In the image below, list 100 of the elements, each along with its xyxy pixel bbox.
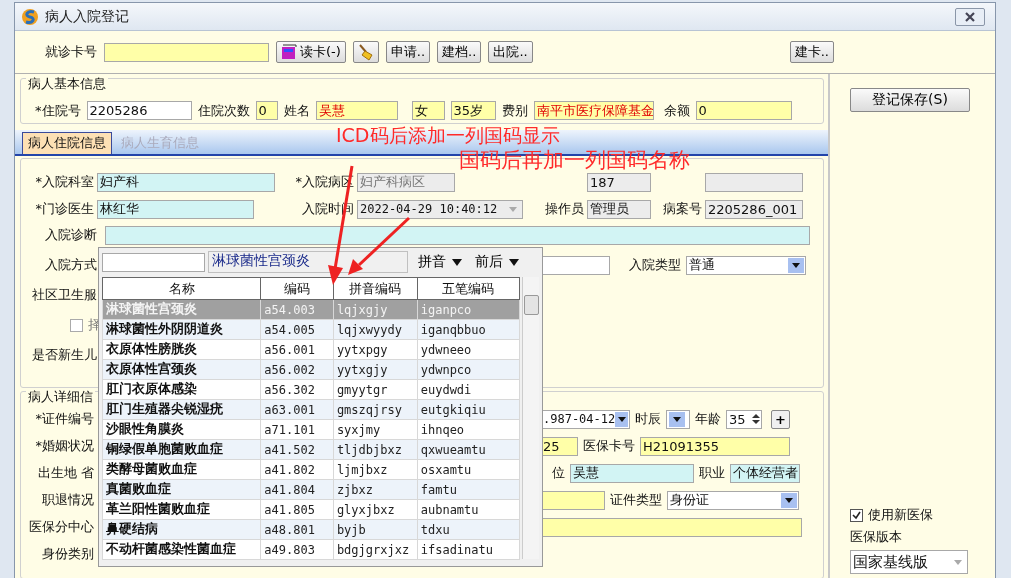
table-row[interactable]: 不动杆菌感染性菌血症 a49.803 bdgjgrxjxz ifsadinatu: [102, 539, 520, 560]
broom-button[interactable]: [352, 41, 379, 63]
toolbar-button[interactable]: 建档..: [437, 41, 482, 63]
fee-type-label: 费别: [501, 101, 528, 120]
inpatient-number-field[interactable]: 2205286: [86, 101, 192, 121]
plus-button[interactable]: +: [771, 409, 790, 429]
table-cell: 鼻硬结病: [102, 519, 261, 540]
toolbar-button[interactable]: 申请..: [385, 41, 431, 63]
age-label: 年龄: [695, 410, 721, 429]
balance-field[interactable]: 0: [695, 101, 792, 121]
case-number-label: 病案号: [662, 200, 703, 219]
read-card-button[interactable]: 读卡(-): [276, 41, 346, 63]
form-label: *婚姻状况: [34, 437, 95, 456]
diagnosis-field[interactable]: [105, 225, 810, 245]
birth-hour-label: 时辰: [635, 410, 661, 429]
admission-type-label: 入院类型: [629, 256, 681, 275]
insurance-version-dropdown[interactable]: 国家基线版: [850, 550, 968, 574]
table-cell: a41.805: [260, 499, 334, 520]
table-row[interactable]: 衣原体性膀胱炎 a56.001 yytxpgy ydwneeo: [102, 339, 520, 360]
table-row[interactable]: 衣原体性宫颈炎 a56.002 yytxgjy ydwnpco: [102, 359, 520, 380]
table-row[interactable]: 肛门衣原体感染 a56.302 gmyytgr euydwdi: [102, 379, 520, 400]
doctor-field[interactable]: 林红华: [97, 199, 254, 219]
fee-type-field[interactable]: 南平市医疗保障基金: [533, 101, 654, 121]
toolbar-button[interactable]: 建卡..: [789, 41, 834, 63]
occupation-field[interactable]: 个体经营者: [730, 463, 800, 483]
table-cell: ydwneeo: [417, 339, 520, 360]
table-cell: 不动杆菌感染性菌血症: [102, 539, 261, 560]
table-cell: 革兰阳性菌败血症: [102, 499, 261, 520]
form-label: 医保分中心: [28, 518, 95, 537]
employer-field[interactable]: 吴慧: [570, 463, 694, 483]
scrollbar[interactable]: [522, 277, 539, 559]
spinner-arrows-icon: [752, 413, 760, 426]
id-type-label: 证件类型: [610, 491, 662, 510]
newborn-label: 是否新生儿: [31, 346, 98, 365]
column-header[interactable]: 编码: [260, 277, 334, 300]
text-field[interactable]: [540, 517, 802, 537]
table-row[interactable]: 淋球菌性外阴阴道炎 a54.005 lqjxwyydy iganqbbuo: [102, 319, 520, 340]
admission-mode-label: 入院方式: [44, 256, 98, 275]
tab[interactable]: 病人住院信息: [22, 131, 112, 154]
sex-field[interactable]: 女: [411, 101, 445, 121]
checkbox[interactable]: [70, 318, 83, 332]
table-cell: osxamtu: [417, 459, 520, 480]
card-number-field[interactable]: [104, 42, 269, 62]
card-icon: [281, 44, 297, 60]
column-header[interactable]: 五笔编码: [417, 277, 520, 300]
column-header[interactable]: 名称: [102, 277, 261, 300]
table-row[interactable]: 类酵母菌败血症 a41.802 ljmjbxz osxamtu: [102, 459, 520, 480]
age-field[interactable]: 35岁: [450, 101, 496, 121]
close-button[interactable]: [955, 7, 985, 26]
checkbox[interactable]: [850, 508, 863, 522]
table-row[interactable]: 铜绿假单胞菌败血症 a41.502 tljdbjbxz qxwueamtu: [102, 439, 520, 460]
occupation-label: 职业: [699, 464, 725, 483]
id-type-dropdown[interactable]: 身份证: [667, 490, 799, 510]
table-cell: ihnqeo: [417, 419, 520, 440]
department-field[interactable]: 妇产科: [97, 172, 275, 192]
community-label: 社区卫生服: [31, 286, 98, 305]
table-row[interactable]: 鼻硬结病 a48.801 byjb tdxu: [102, 519, 520, 540]
table-row[interactable]: 革兰阳性菌败血症 a41.805 glyxjbxz aubnamtu: [102, 499, 520, 520]
bed-count-field[interactable]: 187: [587, 172, 651, 192]
birth-hour-dropdown[interactable]: [666, 409, 690, 429]
option-dropdown[interactable]: 前后: [472, 253, 522, 271]
admission-count-field[interactable]: 0: [255, 101, 278, 121]
table-cell: 衣原体性膀胱炎: [102, 339, 261, 360]
toolbar-button[interactable]: 出院..: [488, 41, 533, 63]
case-number-field[interactable]: 2205286_001: [705, 199, 803, 219]
ward-field[interactable]: 妇产科病区: [357, 172, 455, 192]
insurance-card-field[interactable]: H21091355: [640, 436, 790, 456]
form-label: *证件编号: [34, 410, 95, 429]
table-cell: ifsadinatu: [417, 539, 520, 560]
admission-time-dropdown[interactable]: 2022-04-29 10:40:12: [357, 199, 523, 219]
table-cell: 类酵母菌败血症: [102, 459, 261, 480]
table-cell: 肛门生殖器尖锐湿疣: [102, 399, 261, 420]
column-header[interactable]: 拼音编码: [333, 277, 418, 300]
caret-icon: [615, 411, 628, 427]
search-field[interactable]: [102, 252, 205, 272]
logo-icon: [21, 7, 39, 26]
inpatient-number-label: *住院号: [35, 101, 81, 120]
table-cell: a56.302: [260, 379, 334, 400]
table-row[interactable]: 沙眼性角膜炎 a71.101 syxjmy ihnqeo: [102, 419, 520, 440]
table-cell: a41.802: [260, 459, 334, 480]
table-row[interactable]: 肛门生殖器尖锐湿疣 a63.001 gmszqjrsy eutgkiqiu: [102, 399, 520, 420]
table-cell: 淋球菌性外阴阴道炎: [102, 319, 261, 340]
table-cell: yytxpgy: [333, 339, 418, 360]
age-spinner[interactable]: 35: [726, 409, 762, 429]
option-dropdown[interactable]: 拼音: [415, 253, 465, 271]
birth-date-dropdown[interactable]: .987-04-12: [540, 409, 630, 429]
table-cell: euydwdi: [417, 379, 520, 400]
doctor-label: *门诊医生: [34, 200, 95, 219]
table-cell: syxjmy: [333, 419, 418, 440]
selected-diagnosis-text: 淋球菌性宫颈炎: [208, 251, 408, 273]
annotation-text: ICD码后添加一列国码显示: [336, 123, 560, 148]
save-button[interactable]: 登记保存(S): [850, 88, 970, 112]
operator-field[interactable]: 管理员: [587, 199, 651, 219]
name-field[interactable]: 吴慧: [315, 101, 398, 121]
form-label: 出生地 省: [36, 464, 95, 483]
admission-type-dropdown[interactable]: 普通: [686, 255, 806, 275]
bed-number-field[interactable]: [705, 172, 803, 192]
table-cell: bdgjgrxjxz: [333, 539, 418, 560]
table-row[interactable]: 真菌败血症 a41.804 zjbxz famtu: [102, 479, 520, 500]
text-field[interactable]: [540, 490, 605, 510]
